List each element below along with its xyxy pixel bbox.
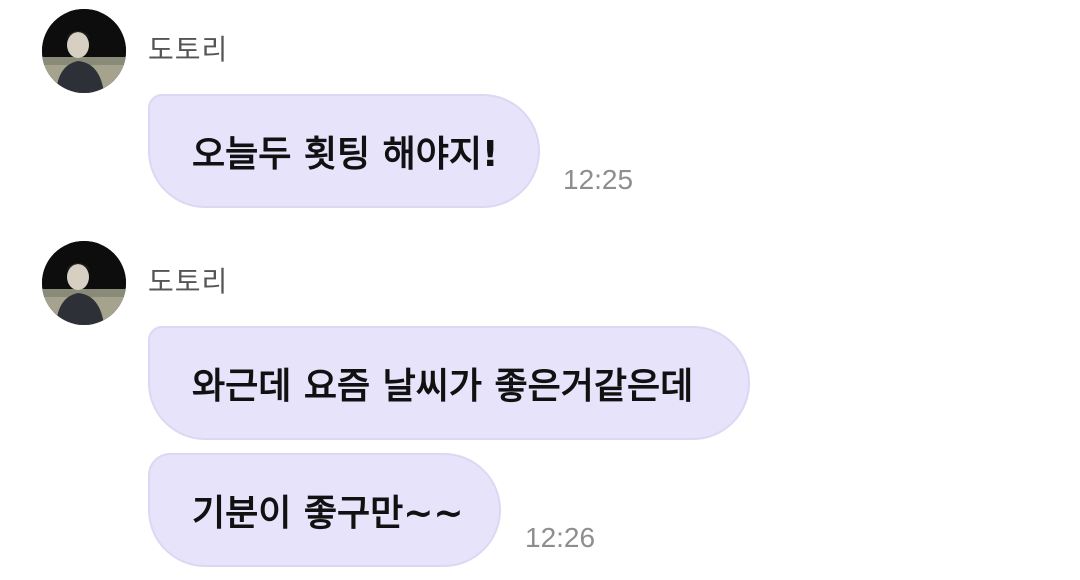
avatar-photo-icon xyxy=(42,241,126,325)
message-text: 기분이 좋구만~~ xyxy=(192,493,464,534)
sender-name: 도토리 xyxy=(148,265,229,298)
chat-room: 도토리 오늘두 횟팅 해야지! 12:25 도토리 와근데 요즘 날씨가 좋은거… xyxy=(0,0,1080,580)
message-bubble[interactable]: 기분이 좋구만~~ xyxy=(148,453,501,567)
avatar[interactable] xyxy=(42,9,126,93)
message-text: 오늘두 횟팅 해야지! xyxy=(192,134,499,175)
message-time: 12:26 xyxy=(525,522,596,553)
message-bubble[interactable]: 와근데 요즘 날씨가 좋은거같은데 xyxy=(148,326,750,440)
message-text: 와근데 요즘 날씨가 좋은거같은데 xyxy=(192,366,694,407)
avatar[interactable] xyxy=(42,241,126,325)
sender-name: 도토리 xyxy=(148,33,229,66)
avatar-photo-icon xyxy=(42,9,126,93)
message-bubble[interactable]: 오늘두 횟팅 해야지! xyxy=(148,94,540,208)
message-time: 12:25 xyxy=(563,164,634,195)
